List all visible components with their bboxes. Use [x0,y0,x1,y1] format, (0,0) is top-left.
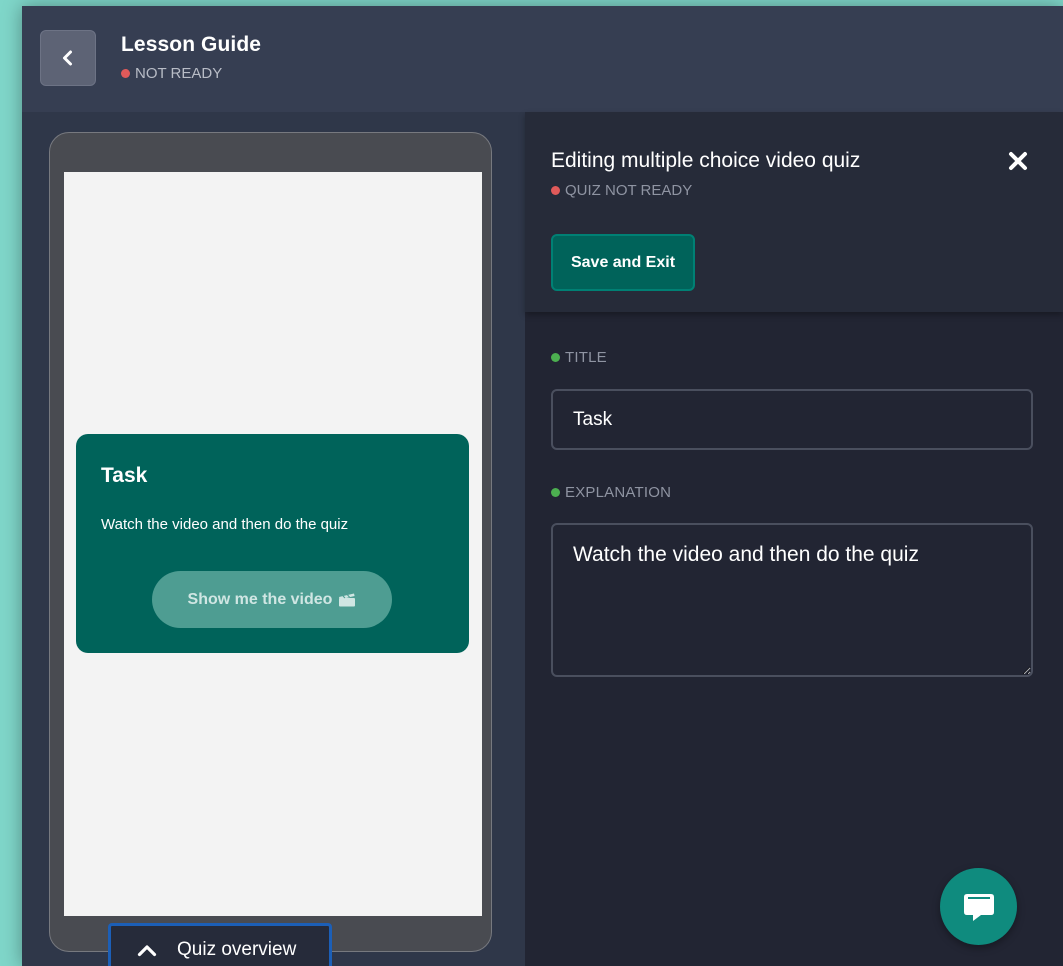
chevron-up-icon [137,944,157,956]
quiz-status-text: QUIZ NOT READY [565,182,693,199]
quiz-overview-tab[interactable]: Quiz overview [108,923,332,966]
quiz-status-dot [551,186,560,195]
task-card-title: Task [101,464,148,487]
task-card: Task Watch the video and then do the qui… [76,434,469,653]
show-video-button[interactable]: Show me the video [152,571,392,628]
device-screen: Task Watch the video and then do the qui… [64,172,482,916]
close-icon [1009,152,1027,170]
page-title: Lesson Guide [121,33,262,56]
preview-pane: Task Watch the video and then do the qui… [22,112,525,966]
save-and-exit-button[interactable]: Save and Exit [551,234,695,291]
explanation-valid-dot [551,488,560,497]
explanation-field-label: EXPLANATION [551,484,671,501]
chat-button[interactable] [940,868,1017,945]
page-status-text: NOT READY [135,65,223,82]
title-label-text: TITLE [565,349,607,366]
app-window: Lesson Guide NOT READY Task Watch the vi… [22,6,1063,966]
close-button[interactable] [1007,150,1029,172]
status-dot [121,69,130,78]
device-frame: Task Watch the video and then do the qui… [49,132,492,952]
editor-title: Editing multiple choice video quiz [551,149,861,172]
quiz-status: QUIZ NOT READY [551,182,692,199]
page-status: NOT READY [121,65,222,82]
explanation-textarea[interactable]: Watch the video and then do the quiz [551,523,1033,677]
top-bar: Lesson Guide NOT READY [22,6,1063,112]
title-valid-dot [551,353,560,362]
editor-header: Editing multiple choice video quiz QUIZ … [525,112,1063,312]
chat-icon [963,893,994,921]
quiz-overview-label: Quiz overview [177,938,297,960]
back-button[interactable] [40,30,96,86]
clapperboard-icon [339,593,356,607]
title-field-label: TITLE [551,349,607,366]
explanation-label-text: EXPLANATION [565,484,672,501]
task-card-text: Watch the video and then do the quiz [101,516,349,533]
editor-pane: Editing multiple choice video quiz QUIZ … [525,112,1063,966]
show-video-label: Show me the video [187,590,333,608]
chevron-left-icon [63,50,72,66]
title-input[interactable] [551,389,1033,450]
